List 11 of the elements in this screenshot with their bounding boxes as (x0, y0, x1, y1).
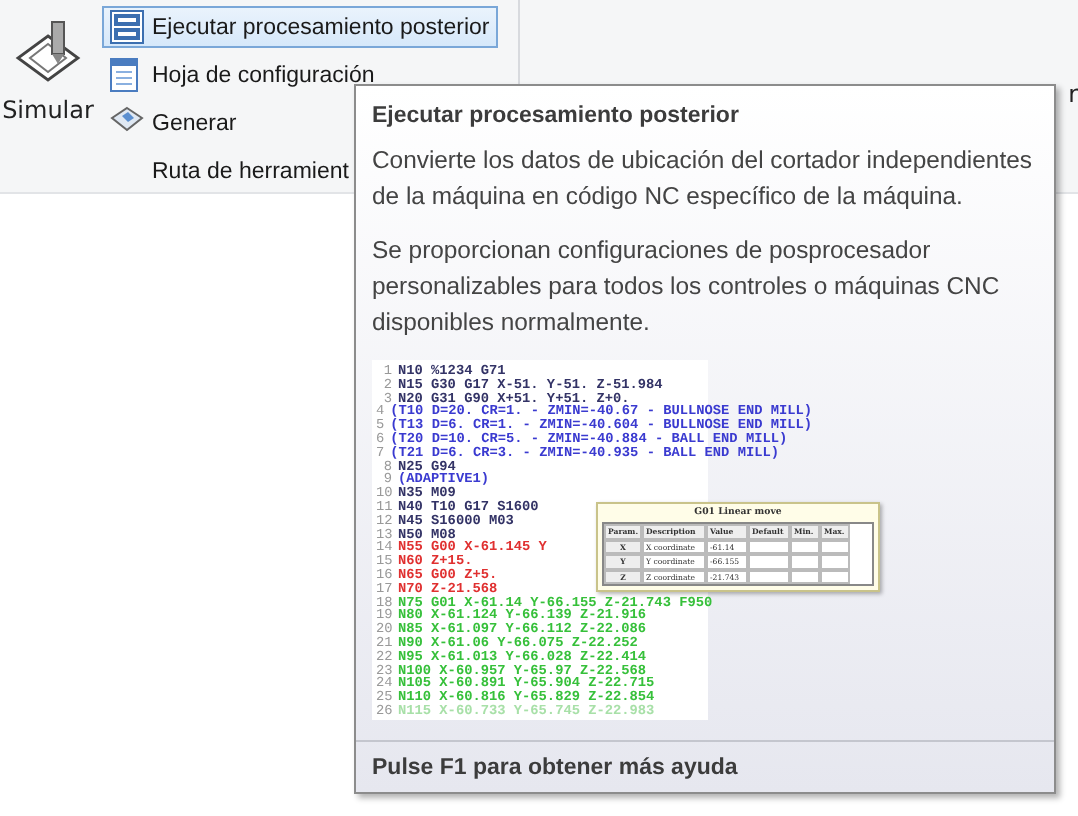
generate-icon (110, 106, 144, 134)
help-hint: Pulse F1 para obtener más ayuda (356, 739, 1054, 798)
tooltip-title: Ejecutar procesamiento posterior (370, 104, 741, 128)
ribbon-menu-item[interactable]: Ruta de herramient (102, 150, 357, 192)
ribbon-menu-item[interactable]: Generar (102, 102, 245, 144)
tooltip-text: Convierte los datos de ubicación del cortador independientes de la máquina en código NC específico de la máquina. (370, 144, 1034, 214)
ribbon-menu-item[interactable]: Ejecutar procesamiento posterior (102, 6, 498, 48)
tooltip-text: Se proporcionan configuraciones de posprocesador personalizables para todos los controles o máquinas CNC disponibles normalmente. (370, 234, 1002, 340)
sheet-icon (110, 58, 138, 92)
ribbon-label: r (1068, 80, 1078, 108)
simulate-button[interactable]: Simular (0, 0, 96, 192)
